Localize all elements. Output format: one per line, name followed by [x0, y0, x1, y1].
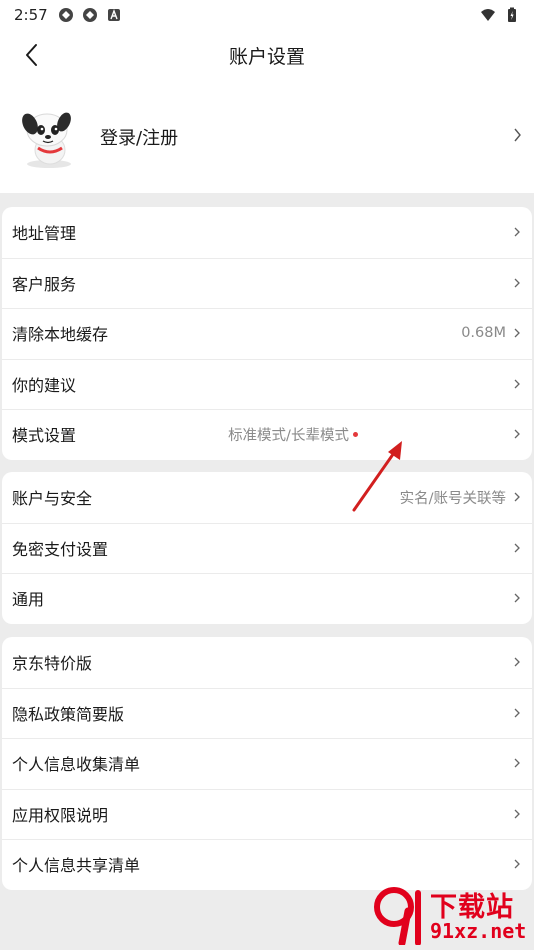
chevron-right-icon [506, 806, 522, 822]
back-arrow-icon [26, 44, 37, 66]
list-item-privacy-summary[interactable]: 隐私政策简要版 [2, 687, 532, 739]
list-item-label: 通用 [12, 590, 45, 610]
list-item-label: 隐私政策简要版 [12, 704, 125, 724]
list-item-app-permissions[interactable]: 应用权限说明 [2, 788, 532, 840]
account-security-value: 实名/账号关联等 [399, 490, 506, 507]
list-item-label: 免密支付设置 [12, 539, 109, 559]
chevron-right-icon [506, 705, 522, 721]
nav-bar: 账户设置 [0, 30, 534, 80]
chevron-right-icon [506, 590, 522, 606]
chevron-right-icon [506, 376, 522, 392]
list-item-address-management[interactable]: 地址管理 [2, 207, 532, 258]
list-item-info-sharing-list[interactable]: 个人信息共享清单 [2, 839, 532, 890]
list-item-customer-service[interactable]: 客户服务 [2, 257, 532, 309]
login-register-row[interactable]: 登录/注册 [0, 80, 534, 193]
list-item-label: 客户服务 [12, 274, 77, 294]
a-notification-icon [107, 9, 120, 21]
avatar [22, 112, 71, 168]
list-item-suggestions[interactable]: 你的建议 [2, 358, 532, 410]
watermark-logo-icon [374, 887, 421, 945]
watermark: 下载站 91xz.net [372, 885, 532, 945]
list-item-account-security[interactable]: 账户与安全 实名/账号关联等 [2, 472, 532, 523]
list-item-password-free-payment[interactable]: 免密支付设置 [2, 522, 532, 574]
page-title: 账户设置 [228, 45, 305, 68]
list-item-label: 模式设置 [12, 426, 77, 446]
status-bar: 2:57 [0, 0, 534, 30]
chevron-right-icon [506, 540, 522, 556]
list-item-label: 应用权限说明 [12, 805, 109, 825]
app-notification-icon [58, 8, 73, 22]
cache-size-value: 0.68M [461, 325, 506, 342]
chevron-right-icon [506, 489, 522, 505]
chevron-right-icon [506, 127, 522, 147]
chevron-right-icon [506, 275, 522, 291]
chevron-right-icon [506, 224, 522, 240]
settings-group-3: 京东特价版 隐私政策简要版 个人信息收集清单 应用权限说明 个人信息共享清单 [2, 637, 532, 890]
list-item-mode-settings[interactable]: 模式设置 标准模式/长辈模式 [2, 409, 532, 460]
chevron-right-icon [506, 325, 522, 341]
list-item-label: 个人信息共享清单 [12, 856, 141, 876]
mode-value: 标准模式/长辈模式 [228, 427, 349, 444]
settings-group-1: 地址管理 客户服务 清除本地缓存 0.68M 你的建议 模式设置 标准模式/长辈… [2, 207, 532, 460]
chevron-right-icon [510, 426, 522, 442]
settings-group-2: 账户与安全 实名/账号关联等 免密支付设置 通用 [2, 472, 532, 624]
watermark-site: 91xz.net [430, 919, 527, 943]
back-button[interactable] [16, 40, 46, 70]
login-register-label: 登录/注册 [100, 127, 179, 149]
list-item-general[interactable]: 通用 [2, 573, 532, 624]
wifi-icon [481, 9, 495, 21]
list-item-info-collection-list[interactable]: 个人信息收集清单 [2, 738, 532, 789]
list-item-label: 京东特价版 [12, 654, 93, 674]
chevron-right-icon [506, 654, 522, 670]
status-time: 2:57 [14, 6, 48, 24]
list-item-label: 个人信息收集清单 [12, 755, 141, 775]
chevron-right-icon [506, 856, 522, 872]
list-item-label: 账户与安全 [12, 489, 93, 509]
battery-icon [508, 7, 516, 22]
list-item-clear-cache[interactable]: 清除本地缓存 0.68M [2, 308, 532, 359]
chevron-right-icon [506, 755, 522, 771]
red-dot-badge [352, 431, 358, 437]
list-item-jd-lite[interactable]: 京东特价版 [2, 637, 532, 688]
app-notification-icon [82, 8, 97, 22]
list-item-label: 清除本地缓存 [12, 325, 109, 345]
list-item-label: 地址管理 [12, 224, 77, 244]
list-item-label: 你的建议 [12, 375, 77, 395]
